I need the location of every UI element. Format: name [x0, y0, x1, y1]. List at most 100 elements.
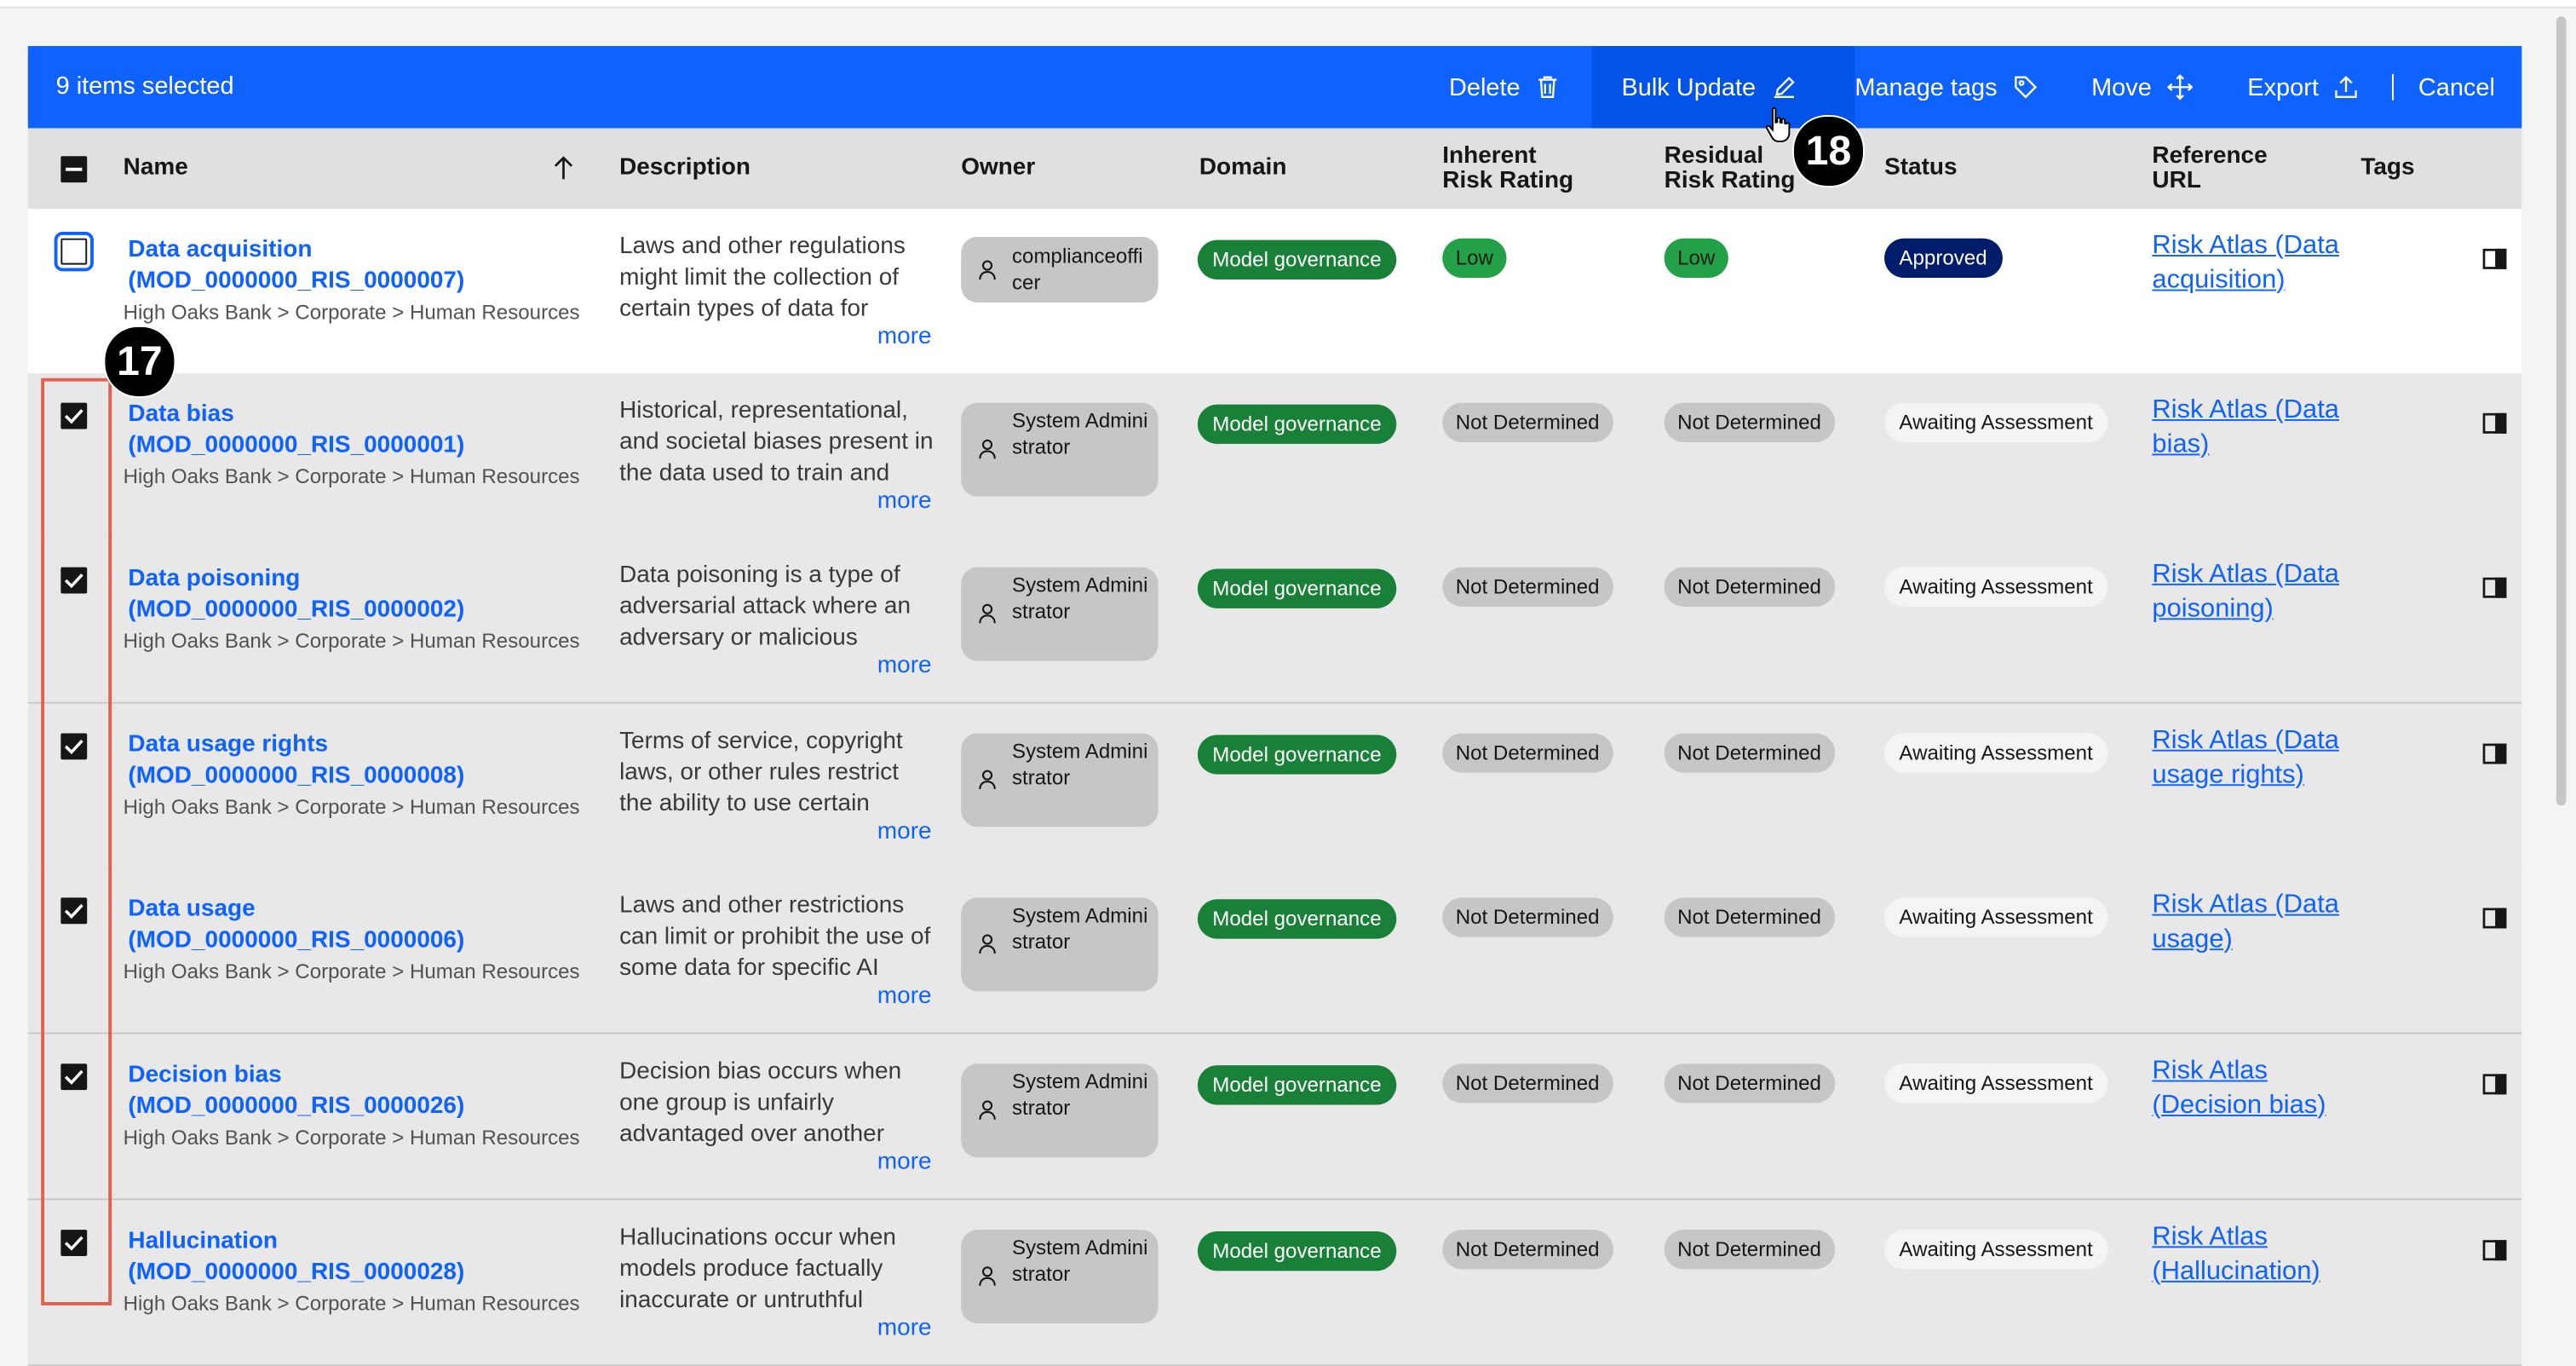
table-row[interactable]: Data acquisition (MOD_0000000_RIS_000000… — [27, 209, 2522, 375]
side-panel-icon[interactable] — [2482, 577, 2507, 598]
inherent-risk-tag: Not Determined — [1442, 733, 1613, 773]
select-all-checkbox[interactable] — [60, 156, 88, 183]
selected-count: 9 items selected — [55, 72, 234, 101]
user-icon — [979, 260, 996, 280]
risk-name: Data poisoning — [128, 565, 301, 592]
column-header-residual-line1: Residual — [1664, 142, 1764, 170]
user-icon — [979, 769, 996, 790]
column-header-reference-line2: URL — [2152, 167, 2201, 194]
risk-path: High Oaks Bank > Corporate > Human Resou… — [123, 629, 580, 653]
owner-tag: System Administrator — [961, 402, 1159, 497]
risk-path: High Oaks Bank > Corporate > Human Resou… — [123, 795, 580, 819]
more-link[interactable]: more — [877, 819, 932, 845]
owner-tag: System Administrator — [961, 567, 1159, 661]
cancel-label: Cancel — [2418, 72, 2495, 101]
more-link[interactable]: more — [877, 1315, 932, 1341]
pointer-cursor-icon — [1765, 107, 1791, 142]
owner-tag: System Administrator — [961, 733, 1159, 827]
more-link[interactable]: more — [877, 488, 932, 515]
batch-action-bar: 9 items selected Delete Bulk Update Mana… — [27, 46, 2522, 129]
residual-risk-tag: Not Determined — [1664, 567, 1835, 607]
risk-name-link[interactable]: Data usage (MOD_0000000_RIS_0000006) — [128, 895, 588, 955]
status-badge: Awaiting Assessment — [1884, 897, 2108, 937]
risk-id: (MOD_0000000_RIS_0000002) — [128, 596, 465, 623]
risk-id: (MOD_0000000_RIS_0000026) — [128, 1092, 465, 1119]
side-panel-icon[interactable] — [2482, 248, 2507, 269]
reference-url-link[interactable]: Risk Atlas (Data acquisition) — [2152, 230, 2341, 297]
owner-name: System Administrator — [1011, 740, 1148, 789]
move-button[interactable]: Move — [2091, 46, 2193, 128]
side-panel-icon[interactable] — [2482, 908, 2507, 929]
inherent-risk-tag: Not Determined — [1442, 1063, 1613, 1104]
reference-url-link[interactable]: Risk Atlas (Data usage) — [2152, 890, 2341, 957]
risk-id: (MOD_0000000_RIS_0000001) — [128, 431, 465, 458]
delete-button[interactable]: Delete — [1449, 46, 1561, 128]
column-header-domain[interactable]: Domain — [1199, 155, 1287, 181]
risk-description: Laws and other restrictions can limit or… — [619, 892, 931, 981]
export-button[interactable]: Export — [2247, 46, 2360, 128]
column-header-owner[interactable]: Owner — [961, 155, 1035, 181]
column-header-residual-risk[interactable]: Residual Risk Rating — [1664, 142, 1796, 194]
risk-name-link[interactable]: Data acquisition (MOD_0000000_RIS_000000… — [128, 235, 588, 296]
cancel-button[interactable]: Cancel — [2418, 46, 2495, 128]
reference-url-link[interactable]: Risk Atlas (Data bias) — [2152, 395, 2341, 462]
column-header-reference-url[interactable]: Reference URL — [2152, 144, 2267, 194]
scrollbar-thumb[interactable] — [2556, 16, 2567, 806]
more-link[interactable]: more — [877, 983, 932, 1010]
risk-name-link[interactable]: Data bias (MOD_0000000_RIS_0000001) — [128, 400, 588, 460]
domain-tag: Model governance — [1197, 735, 1397, 775]
inherent-risk-tag: Low — [1442, 238, 1507, 279]
risk-path: High Oaks Bank > Corporate > Human Resou… — [123, 464, 580, 488]
risk-description: Data poisoning is a type of adversarial … — [619, 562, 911, 651]
side-panel-icon[interactable] — [2482, 743, 2507, 764]
table-row[interactable]: Decision bias (MOD_0000000_RIS_0000026) … — [27, 1034, 2522, 1201]
more-link[interactable]: more — [877, 1150, 932, 1176]
risk-name-link[interactable]: Data poisoning (MOD_0000000_RIS_0000002) — [128, 564, 588, 625]
manage-tags-button[interactable]: Manage tags — [1854, 46, 2038, 128]
risk-name-link[interactable]: Data usage rights (MOD_0000000_RIS_00000… — [128, 730, 588, 791]
column-header-inherent-risk[interactable]: Inherent Risk Rating — [1442, 144, 1574, 194]
table-row[interactable]: Data bias (MOD_0000000_RIS_0000001) High… — [27, 372, 2522, 539]
column-header-inherent-line2: Risk Rating — [1442, 167, 1574, 194]
risk-id: (MOD_0000000_RIS_0000008) — [128, 762, 465, 789]
manage-tags-label: Manage tags — [1854, 72, 1998, 101]
reference-url-link[interactable]: Risk Atlas (Data usage rights) — [2152, 725, 2341, 793]
domain-tag: Model governance — [1197, 1231, 1397, 1271]
owner-tag: complianceofficer — [961, 236, 1159, 303]
risk-name-link[interactable]: Hallucination (MOD_0000000_RIS_0000028) — [128, 1226, 588, 1287]
residual-risk-tag: Not Determined — [1664, 1063, 1835, 1104]
domain-tag: Model governance — [1197, 568, 1397, 608]
row-checkbox[interactable] — [54, 232, 94, 272]
user-icon — [979, 1266, 996, 1286]
table-row[interactable]: Data poisoning (MOD_0000000_RIS_0000002)… — [27, 537, 2522, 704]
user-icon — [979, 934, 996, 954]
risk-name: Data usage rights — [128, 731, 329, 758]
column-header-name[interactable]: Name — [124, 155, 188, 181]
reference-url-link[interactable]: Risk Atlas (Data poisoning) — [2152, 559, 2341, 626]
owner-tag: System Administrator — [961, 1230, 1159, 1324]
side-panel-icon[interactable] — [2482, 1240, 2507, 1261]
step-badge: 18 — [1792, 115, 1865, 187]
upload-icon — [2335, 76, 2358, 98]
user-icon — [979, 603, 996, 624]
delete-label: Delete — [1448, 72, 1521, 101]
reference-url-link[interactable]: Risk Atlas (Decision bias) — [2152, 1056, 2341, 1123]
risk-id: (MOD_0000000_RIS_0000007) — [128, 267, 465, 294]
sort-ascending-icon[interactable] — [550, 153, 577, 182]
table-row[interactable]: Data usage (MOD_0000000_RIS_0000006) Hig… — [27, 867, 2522, 1035]
risk-name-link[interactable]: Decision bias (MOD_0000000_RIS_0000026) — [128, 1060, 588, 1121]
more-link[interactable]: more — [877, 653, 932, 679]
column-header-residual-line2: Risk Rating — [1664, 167, 1796, 194]
column-header-description[interactable]: Description — [619, 155, 750, 181]
table-row[interactable]: Hallucination (MOD_0000000_RIS_0000028) … — [27, 1200, 2522, 1366]
reference-url-link[interactable]: Risk Atlas (Hallucination) — [2152, 1221, 2341, 1288]
more-link[interactable]: more — [877, 324, 932, 350]
risk-name: Hallucination — [128, 1228, 279, 1255]
side-panel-icon[interactable] — [2482, 412, 2507, 434]
bulk-update-button[interactable]: Bulk Update — [1591, 46, 1855, 129]
column-header-tags[interactable]: Tags — [2360, 155, 2414, 181]
side-panel-icon[interactable] — [2482, 1074, 2507, 1095]
column-header-status[interactable]: Status — [1884, 155, 1957, 181]
vertical-scrollbar[interactable] — [2553, 7, 2569, 1348]
table-row[interactable]: Data usage rights (MOD_0000000_RIS_00000… — [27, 703, 2522, 870]
